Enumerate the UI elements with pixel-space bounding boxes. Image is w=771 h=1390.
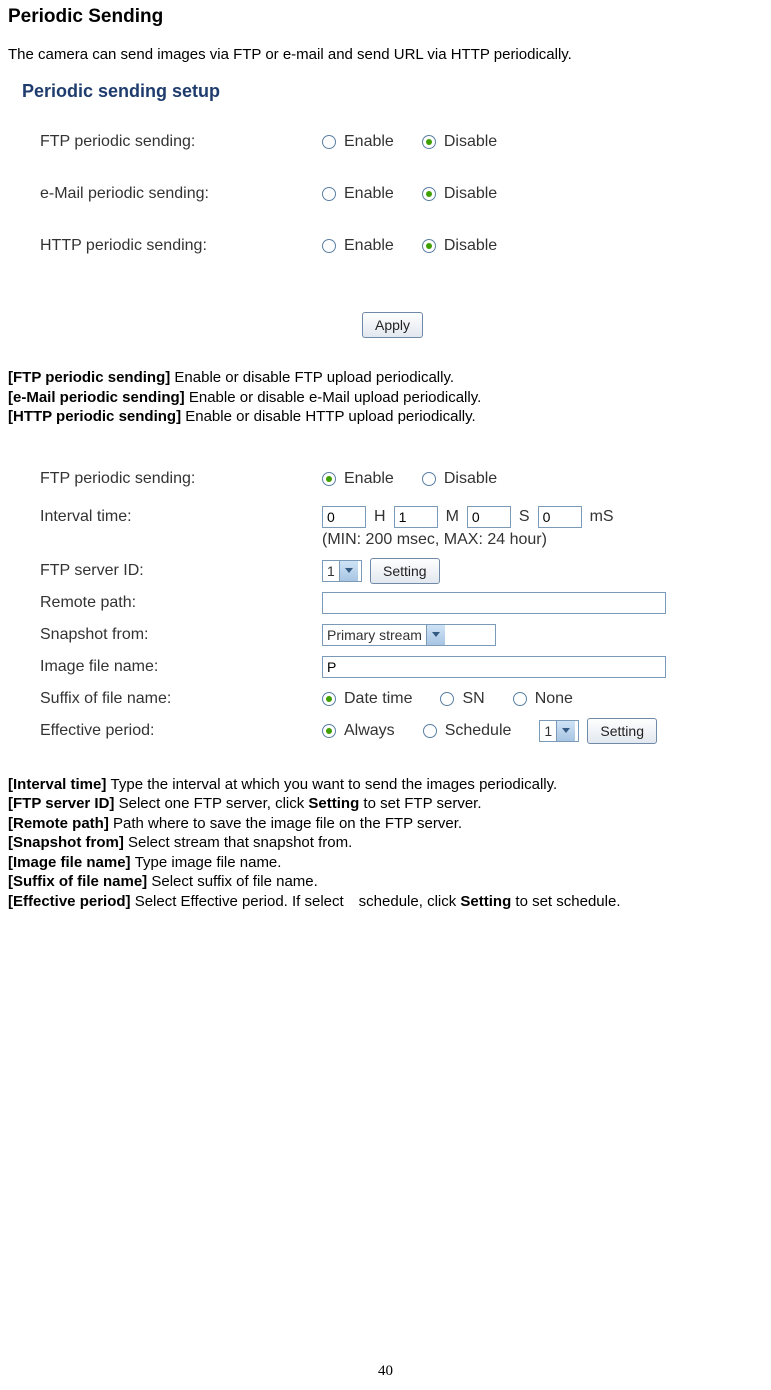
chevron-down-icon [339,561,358,581]
disable-label: Disable [444,470,497,488]
apply-button[interactable]: Apply [362,312,423,338]
effective-label: Effective period: [22,722,322,740]
intro-text: The camera can send images via FTP or e-… [8,46,763,63]
email-periodic-label: e-Mail periodic sending: [22,185,322,203]
email-enable-radio[interactable] [322,187,336,201]
ftp-enable-radio[interactable] [322,135,336,149]
interval-m-input[interactable] [394,506,438,528]
snapshot-row: Snapshot from: Primary stream [22,619,763,651]
interval-s-input[interactable] [467,506,511,528]
snapshot-value: Primary stream [327,627,422,643]
email-periodic-row: e-Mail periodic sending: Enable Disable [22,168,763,220]
unit-m: M [446,508,459,526]
imgname-label: Image file name: [22,658,322,676]
interval-label: Interval time: [22,508,322,526]
disable-label: Disable [444,237,497,255]
remote-path-row: Remote path: [22,587,763,619]
http-disable-radio[interactable] [422,239,436,253]
effective-setting-button[interactable]: Setting [587,718,657,744]
http-periodic-label: HTTP periodic sending: [22,237,322,255]
definition-line: [Remote path] Path where to save the ima… [8,814,763,834]
chevron-down-icon [426,625,445,645]
unit-h: H [374,508,386,526]
panel-heading: Periodic sending setup [22,81,763,102]
chevron-down-icon [556,721,575,741]
definition-line: [Suffix of file name] Select suffix of f… [8,872,763,892]
suffix-sn-radio[interactable] [440,692,454,706]
snapshot-label: Snapshot from: [22,626,322,644]
effective-select-value: 1 [544,723,552,739]
definition-line: [Effective period] Select Effective peri… [8,892,763,912]
effective-always-label: Always [344,722,395,740]
unit-s: S [519,508,530,526]
ftp-periodic-row: FTP periodic sending: Enable Disable [22,116,763,168]
suffix-row: Suffix of file name: Date time SN None [22,683,763,715]
enable-label: Enable [344,133,394,151]
definition-line: [Snapshot from] Select stream that snaps… [8,833,763,853]
suffix-datetime-label: Date time [344,690,412,708]
definition-line: [Image file name] Type image file name. [8,853,763,873]
definition-line: [FTP server ID] Select one FTP server, c… [8,794,763,814]
enable-label: Enable [344,237,394,255]
interval-h-input[interactable] [322,506,366,528]
serverid-label: FTP server ID: [22,562,322,580]
effective-row: Effective period: Always Schedule 1 Sett… [22,715,763,747]
interval-ms-input[interactable] [538,506,582,528]
effective-schedule-label: Schedule [445,722,512,740]
definition-line: [FTP periodic sending] Enable or disable… [8,368,763,388]
definitions-block-2: [Interval time] Type the interval at whi… [8,775,763,912]
ftp-periodic-label: FTP periodic sending: [22,133,322,151]
http-enable-radio[interactable] [322,239,336,253]
http-periodic-row: HTTP periodic sending: Enable Disable [22,220,763,272]
definitions-block-1: [FTP periodic sending] Enable or disable… [8,368,763,427]
definition-line: [e-Mail periodic sending] Enable or disa… [8,388,763,408]
suffix-none-label: None [535,690,573,708]
definition-line: [HTTP periodic sending] Enable or disabl… [8,407,763,427]
ftp-periodic-label-2: FTP periodic sending: [22,470,322,488]
imgname-row: Image file name: [22,651,763,683]
suffix-none-radio[interactable] [513,692,527,706]
ftp-detail-panel: FTP periodic sending: Enable Disable Int… [22,463,763,747]
imgname-input[interactable] [322,656,666,678]
suffix-label: Suffix of file name: [22,690,322,708]
unit-ms: mS [590,508,614,526]
periodic-setup-panel: Periodic sending setup FTP periodic send… [22,81,763,338]
disable-label: Disable [444,185,497,203]
page-title: Periodic Sending [8,6,763,28]
serverid-setting-button[interactable]: Setting [370,558,440,584]
effective-always-radio[interactable] [322,724,336,738]
interval-row: Interval time: H M S mS [22,501,763,533]
snapshot-select[interactable]: Primary stream [322,624,496,646]
ftp2-enable-radio[interactable] [322,472,336,486]
serverid-select[interactable]: 1 [322,560,362,582]
remote-path-label: Remote path: [22,594,322,612]
ftp-periodic-row-2: FTP periodic sending: Enable Disable [22,463,763,495]
effective-select[interactable]: 1 [539,720,579,742]
serverid-row: FTP server ID: 1 Setting [22,555,763,587]
disable-label: Disable [444,133,497,151]
remote-path-input[interactable] [322,592,666,614]
email-disable-radio[interactable] [422,187,436,201]
definition-line: [Interval time] Type the interval at whi… [8,775,763,795]
suffix-datetime-radio[interactable] [322,692,336,706]
ftp-disable-radio[interactable] [422,135,436,149]
suffix-sn-label: SN [462,690,484,708]
ftp2-disable-radio[interactable] [422,472,436,486]
page-number: 40 [0,1363,771,1380]
interval-hint: (MIN: 200 msec, MAX: 24 hour) [322,531,763,549]
enable-label: Enable [344,470,394,488]
effective-schedule-radio[interactable] [423,724,437,738]
serverid-value: 1 [327,563,335,579]
enable-label: Enable [344,185,394,203]
